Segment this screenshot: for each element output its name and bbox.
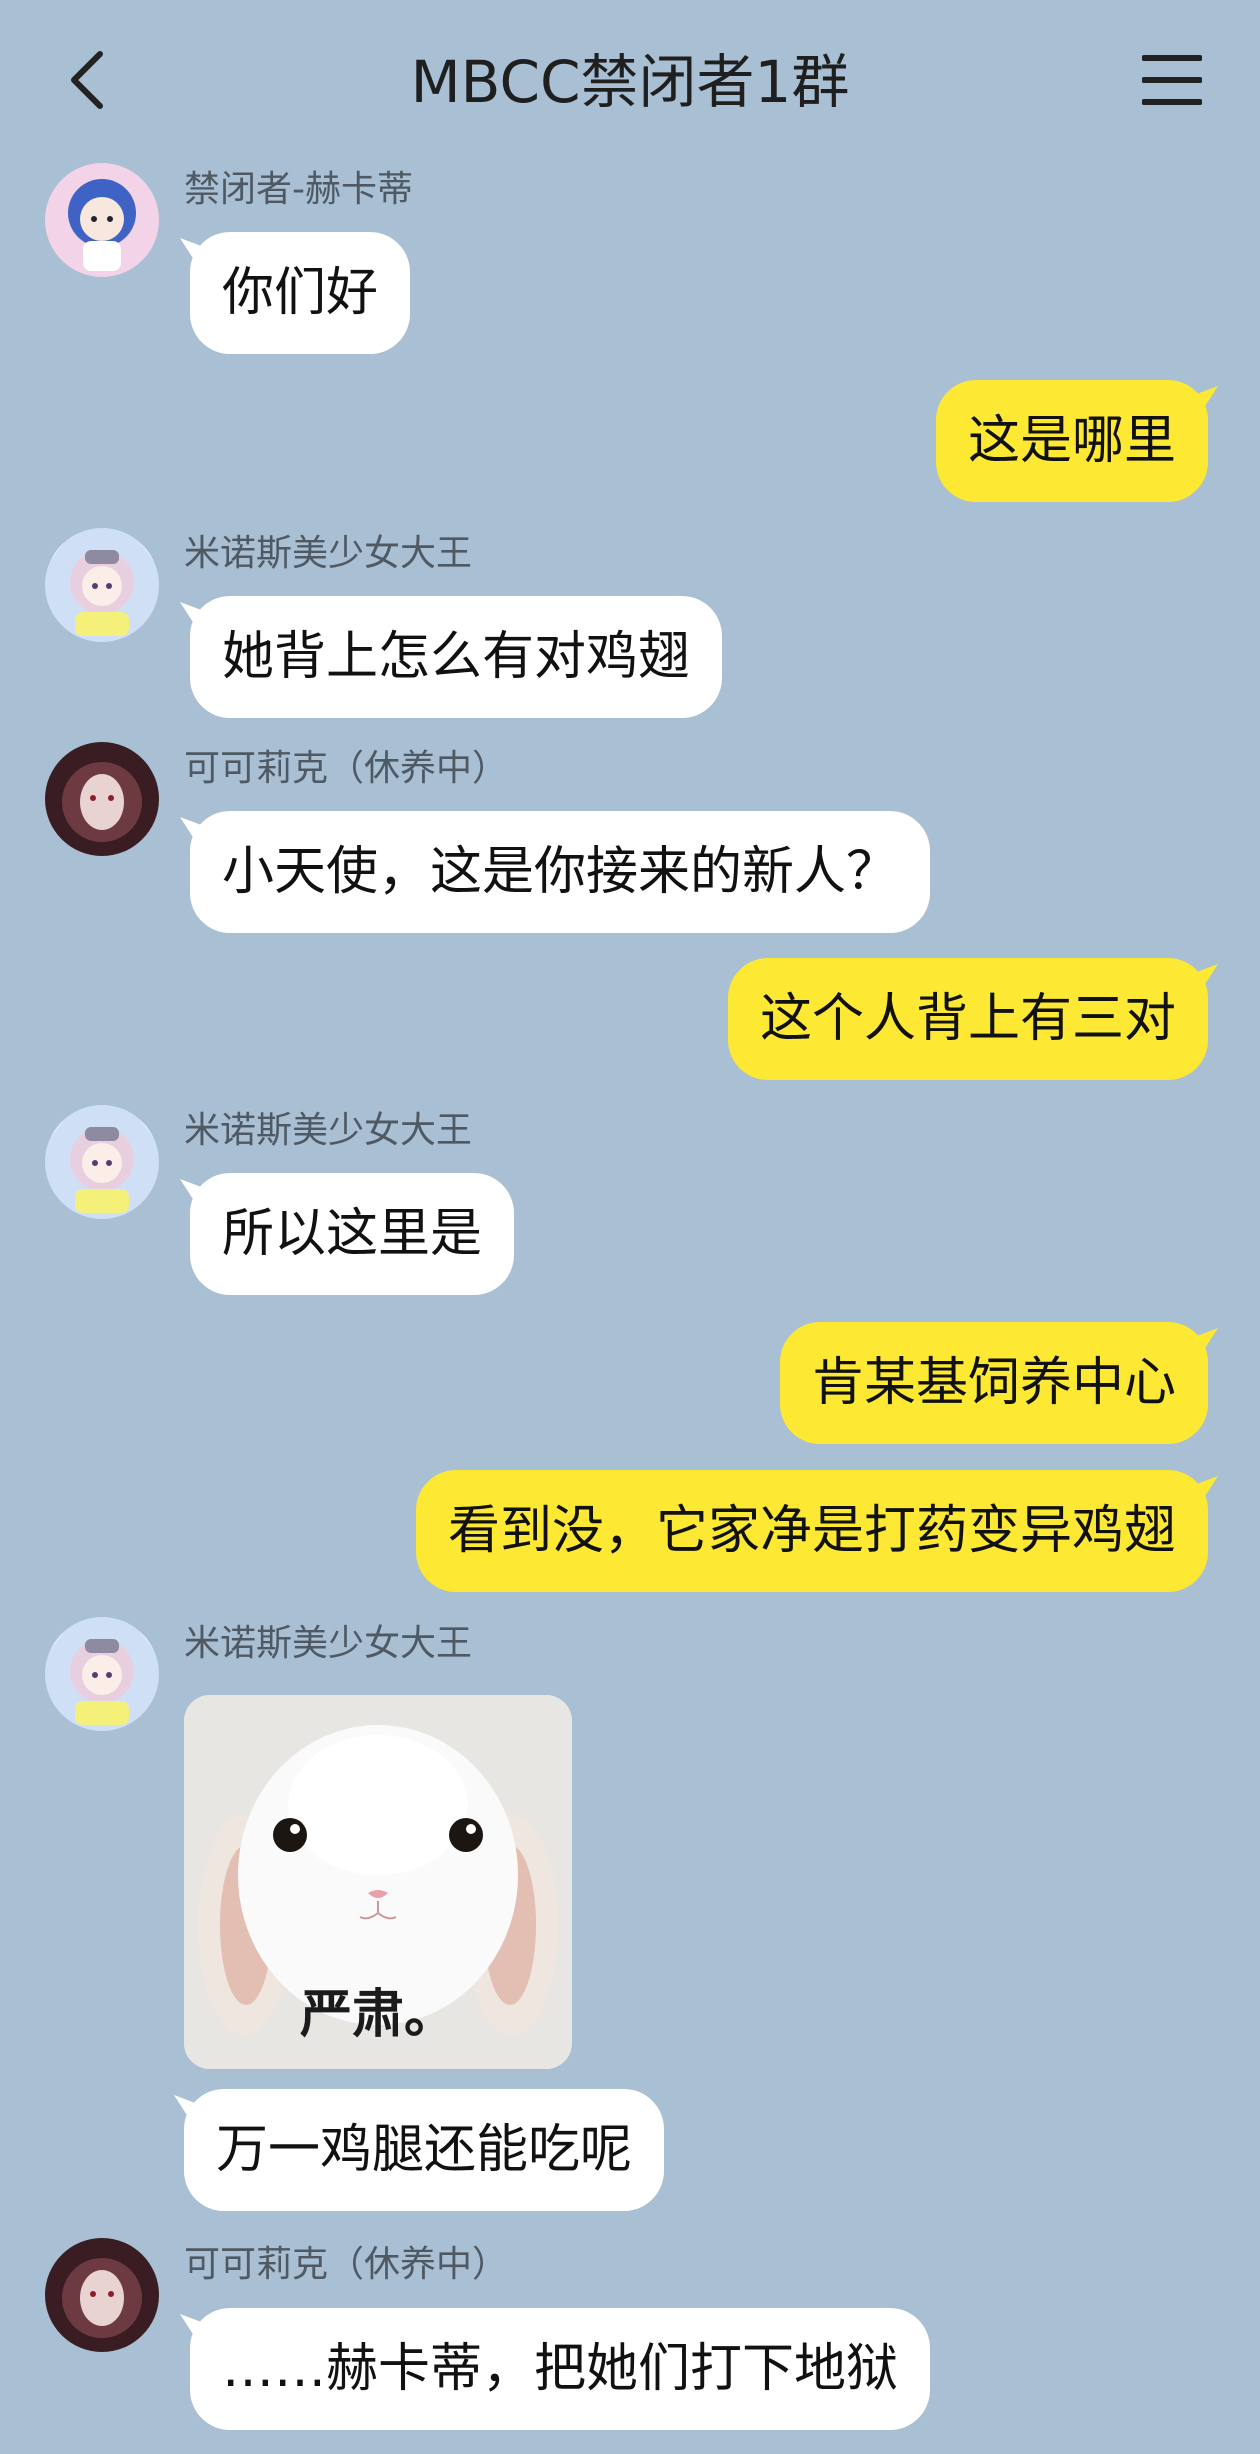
avatar-kokolik[interactable] xyxy=(45,2238,159,2352)
message-bubble-outgoing[interactable]: 这个人背上有三对 xyxy=(727,958,1208,1080)
avatar-kokolik[interactable] xyxy=(45,742,159,856)
sender-name: 米诺斯美少女大王 xyxy=(184,1623,473,1664)
sender-name: 米诺斯美少女大王 xyxy=(184,1110,473,1151)
message-bubble-incoming[interactable]: 你们好 xyxy=(190,232,411,354)
chat-header: MBCC禁闭者1群 xyxy=(0,0,1260,165)
message-bubble-outgoing[interactable]: 看到没，它家净是打药变异鸡翅 xyxy=(415,1470,1208,1592)
sticker-image[interactable]: 严肃。 xyxy=(184,1695,572,2069)
message-bubble-incoming[interactable]: 她背上怎么有对鸡翅 xyxy=(190,596,723,718)
sender-name: 米诺斯美少女大王 xyxy=(184,533,473,574)
avatar-minos[interactable] xyxy=(45,528,159,642)
avatar-minos[interactable] xyxy=(45,1105,159,1219)
message-bubble-outgoing[interactable]: 这是哪里 xyxy=(935,380,1208,502)
sender-name: 可可莉克（休养中） xyxy=(184,748,509,789)
avatar-hecate[interactable] xyxy=(45,163,159,277)
sender-name: 禁闭者-赫卡蒂 xyxy=(184,169,413,210)
message-bubble-incoming[interactable]: 万一鸡腿还能吃呢 xyxy=(184,2089,665,2211)
message-bubble-incoming[interactable]: 所以这里是 xyxy=(190,1173,515,1295)
avatar-minos[interactable] xyxy=(45,1617,159,1731)
menu-button[interactable] xyxy=(1141,52,1203,108)
chat-title: MBCC禁闭者1群 xyxy=(410,48,850,116)
sender-name: 可可莉克（休养中） xyxy=(184,2244,509,2285)
message-bubble-incoming[interactable]: 小天使，这是你接来的新人？ xyxy=(190,811,931,933)
sticker-caption: 严肃。 xyxy=(299,1985,456,2045)
hamburger-menu-icon xyxy=(1141,55,1203,105)
message-bubble-outgoing[interactable]: 肯某基饲养中心 xyxy=(779,1322,1208,1444)
message-bubble-incoming[interactable]: ……赫卡蒂，把她们打下地狱 xyxy=(190,2308,931,2430)
